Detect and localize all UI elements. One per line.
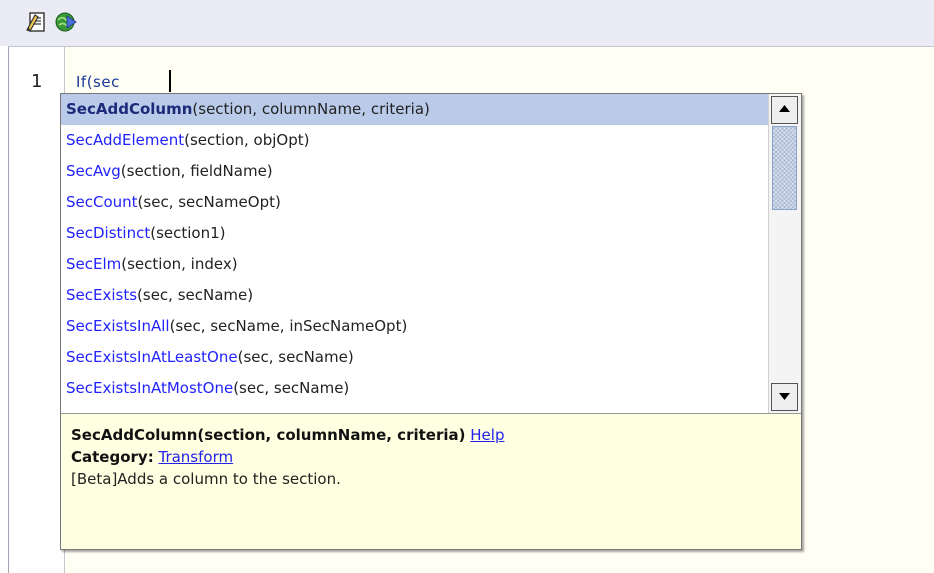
suggestion-item[interactable]: SecExistsInAll(sec, secName, inSecNameOp… [61, 311, 768, 342]
autocomplete-popup: SecAddColumn(section, columnName, criter… [60, 93, 802, 550]
run-globe-icon[interactable] [53, 10, 79, 34]
suggestion-arguments: (section, index) [121, 255, 238, 273]
scroll-down-button[interactable] [771, 383, 798, 411]
suggestion-function-name: SecExistsInAtMostOne [66, 379, 234, 397]
suggestion-arguments: (sec, secName) [233, 379, 350, 397]
suggestion-item[interactable]: SecAddElement(section, objOpt) [61, 125, 768, 156]
scroll-up-button[interactable] [771, 96, 798, 124]
suggestion-item[interactable]: SecElm(section, index) [61, 249, 768, 280]
suggestion-list[interactable]: SecAddColumn(section, columnName, criter… [61, 94, 768, 413]
suggestion-item[interactable]: SecAddColumn(section, columnName, criter… [61, 94, 768, 125]
category-label: Category: [71, 448, 154, 466]
text-caret [169, 70, 171, 92]
arrow-down-icon [779, 393, 790, 400]
suggestion-item[interactable]: SecExistsInAtLeastOne(sec, secName) [61, 342, 768, 373]
line-number: 1 [31, 71, 43, 92]
suggestion-item[interactable]: SecExistsInAtMostOne(sec, secName) [61, 373, 768, 404]
scroll-thumb[interactable] [772, 126, 797, 210]
suggestion-item[interactable]: SecDistinct(section1) [61, 218, 768, 249]
suggestion-arguments: (section, fieldName) [120, 162, 273, 180]
function-description: [Beta]Adds a column to the section. [71, 470, 341, 488]
formula-editor-window: 1 If(sec SecAddColumn(section, columnNam… [0, 0, 934, 573]
suggestion-function-name: SecCount [66, 193, 138, 211]
suggestion-function-name: SecExistsInAll [66, 317, 170, 335]
edit-document-icon[interactable] [24, 10, 50, 34]
suggestion-arguments: (sec, secName, inSecNameOpt) [169, 317, 408, 335]
suggestion-function-name: SecExistsInAtLeastOne [66, 348, 238, 366]
line-number-gutter: 1 [9, 47, 65, 573]
suggestion-scrollbar[interactable] [768, 94, 801, 413]
suggestion-arguments: (sec, secNameOpt) [137, 193, 281, 211]
code-line-text[interactable]: If(sec [76, 73, 120, 91]
suggestion-arguments: (sec, secName) [137, 286, 254, 304]
function-detail-panel: SecAddColumn(section, columnName, criter… [61, 413, 801, 549]
suggestion-function-name: SecExists [66, 286, 138, 304]
suggestion-function-name: SecAvg [66, 162, 121, 180]
function-signature: SecAddColumn(section, columnName, criter… [71, 426, 466, 444]
suggestion-arguments: (sec, secName) [237, 348, 354, 366]
toolbar [0, 0, 934, 46]
suggestion-function-name: SecElm [66, 255, 122, 273]
arrow-up-icon [779, 105, 790, 112]
suggestion-function-name: SecDistinct [66, 224, 151, 242]
suggestion-arguments: (section1) [150, 224, 226, 242]
suggestion-function-name: SecAddColumn [66, 100, 193, 118]
suggestion-arguments: (section, objOpt) [184, 131, 310, 149]
suggestion-item[interactable]: SecCount(sec, secNameOpt) [61, 187, 768, 218]
suggestion-function-name: SecAddElement [66, 131, 185, 149]
help-link[interactable]: Help [470, 426, 504, 444]
suggestion-item[interactable]: SecExists(sec, secName) [61, 280, 768, 311]
suggestion-arguments: (section, columnName, criteria) [192, 100, 430, 118]
category-link[interactable]: Transform [158, 448, 233, 466]
suggestion-item[interactable]: SecAvg(section, fieldName) [61, 156, 768, 187]
